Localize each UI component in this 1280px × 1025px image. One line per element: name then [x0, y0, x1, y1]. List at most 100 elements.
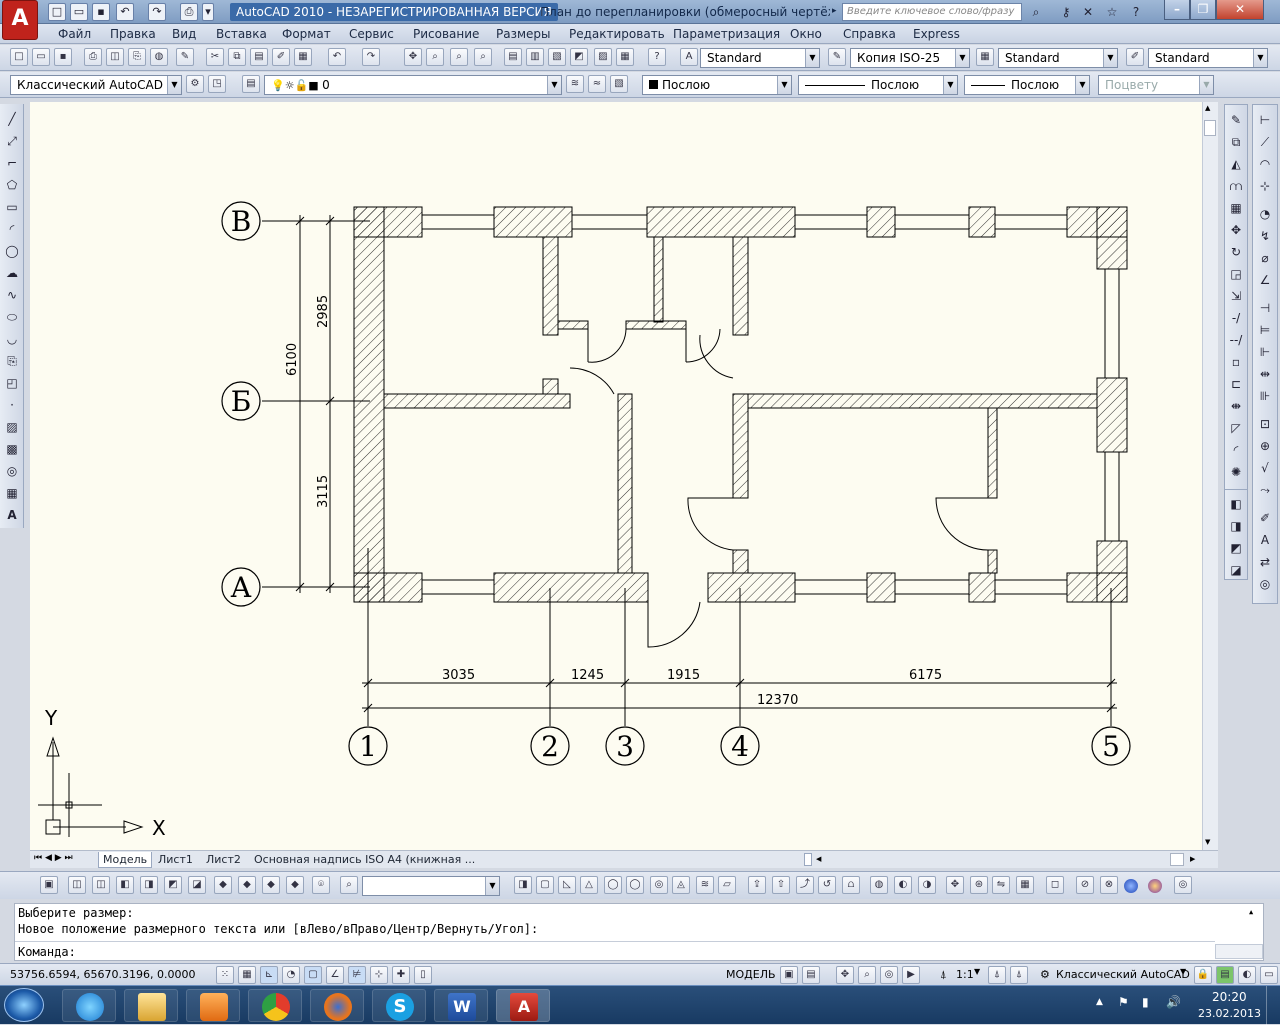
tab-sheet1[interactable]: Лист1 — [154, 852, 197, 868]
menu-draw[interactable]: Рисование — [411, 26, 481, 42]
spline-icon[interactable]: ∿ — [3, 286, 21, 304]
annotation-scale-icon[interactable]: ⍋ — [940, 968, 947, 982]
copy-icon[interactable]: ⧉ — [228, 48, 246, 66]
text-style-icon[interactable]: A — [680, 48, 698, 66]
extend-icon[interactable]: --/ — [1227, 331, 1245, 349]
qp-toggle-icon[interactable]: ▯ — [414, 966, 432, 984]
visual-style-manager-icon[interactable]: ◎ — [1174, 876, 1192, 894]
tab-model[interactable]: Модель — [98, 852, 153, 868]
chevron-down-icon[interactable]: ▼ — [1199, 76, 1213, 94]
layer-manager-icon[interactable]: ▤ — [242, 75, 260, 93]
search-input[interactable]: Введите ключевое слово/фразу — [842, 3, 1022, 21]
continue-dim-icon[interactable]: ⊩ — [1256, 343, 1274, 361]
help-icon[interactable]: ? — [648, 48, 666, 66]
cmd-scroll-up-icon[interactable]: ▲ — [1249, 908, 1253, 916]
sweep-icon[interactable]: ⤴ — [796, 876, 814, 894]
copy-object-icon[interactable]: ⧉ — [1227, 133, 1245, 151]
color-select[interactable]: Послою ▼ — [642, 75, 792, 95]
tab-title-block[interactable]: Основная надпись ISO A4 (книжная ... — [250, 852, 479, 868]
menu-window[interactable]: Окно — [788, 26, 824, 42]
favorites-star-icon[interactable]: ☆ — [1102, 3, 1122, 21]
union-icon[interactable]: ◍ — [870, 876, 888, 894]
minimize-button[interactable]: – — [1164, 0, 1190, 20]
construction-line-icon[interactable]: ⤢ — [3, 132, 21, 150]
taskbar-word[interactable]: W — [434, 989, 488, 1022]
save-icon[interactable]: ▪ — [92, 3, 110, 21]
revision-cloud-icon[interactable]: ☁ — [3, 264, 21, 282]
circle-icon[interactable]: ◯ — [3, 242, 21, 260]
hatch-icon[interactable]: ▨ — [3, 418, 21, 436]
revolve-icon[interactable]: ↺ — [818, 876, 836, 894]
intersect-icon[interactable]: ◑ — [918, 876, 936, 894]
scale-icon[interactable]: ◲ — [1227, 265, 1245, 283]
scroll-up-icon[interactable]: ▲ — [1205, 104, 1210, 112]
jogged-dim-icon[interactable]: ↯ — [1256, 227, 1274, 245]
scroll-down-icon[interactable]: ▼ — [1205, 838, 1210, 846]
front-view-icon[interactable]: ◩ — [164, 876, 182, 894]
region-icon[interactable]: ◎ — [3, 462, 21, 480]
presspull-icon[interactable]: ⇧ — [772, 876, 790, 894]
named-views-select[interactable]: ▼ — [362, 876, 500, 896]
annotation-visibility-icon[interactable]: ⍋ — [988, 966, 1006, 984]
polygon-icon[interactable]: ⬠ — [3, 176, 21, 194]
taskbar-media-player[interactable] — [186, 989, 240, 1022]
grid-toggle-icon[interactable]: ▦ — [238, 966, 256, 984]
model-space-label[interactable]: МОДЕЛЬ — [726, 968, 776, 981]
isolate-objects-icon[interactable]: ◐ — [1238, 966, 1256, 984]
chevron-down-icon[interactable]: ▼ — [1253, 49, 1267, 67]
markup-icon[interactable]: ▨ — [594, 48, 612, 66]
draworder-icon[interactable]: ◧ — [1227, 495, 1245, 513]
otrack-toggle-icon[interactable]: ∠ — [326, 966, 344, 984]
osnap-toggle-icon[interactable]: ▢ — [304, 966, 322, 984]
maximize-button[interactable]: ❐ — [1190, 0, 1216, 20]
make-current-layer-icon[interactable]: ≋ — [566, 75, 584, 93]
zoom-realtime-icon[interactable]: ⌕ — [426, 48, 444, 66]
zoom-status-icon[interactable]: ⌕ — [858, 966, 876, 984]
clock-date[interactable]: 23.02.2013 — [1198, 1007, 1261, 1020]
zoom-window-icon[interactable]: ⌕ — [450, 48, 468, 66]
design-center-icon[interactable]: ▥ — [526, 48, 544, 66]
explode-icon[interactable]: ✺ — [1227, 463, 1245, 481]
chevron-down-icon[interactable]: ▼ — [167, 76, 181, 94]
open-file-icon[interactable]: ▭ — [70, 3, 88, 21]
menu-parametric[interactable]: Параметризация — [671, 26, 782, 42]
table-icon[interactable]: ▦ — [3, 484, 21, 502]
back-view-icon[interactable]: ◪ — [188, 876, 206, 894]
paste-icon[interactable]: ▤ — [250, 48, 268, 66]
arc-icon[interactable]: ◜ — [3, 220, 21, 238]
stretch-icon[interactable]: ⇲ — [1227, 287, 1245, 305]
3d-array-icon[interactable]: ▦ — [1016, 876, 1034, 894]
menu-edit[interactable]: Правка — [108, 26, 158, 42]
center-mark-icon[interactable]: ⊕ — [1256, 437, 1274, 455]
3d-dwf-icon[interactable]: ◍ — [150, 48, 168, 66]
cmd-hscroll[interactable] — [1215, 944, 1263, 959]
ne-iso-icon[interactable]: ◆ — [262, 876, 280, 894]
clock-time[interactable]: 20:20 — [1212, 990, 1247, 1004]
ellipse-icon[interactable]: ⬭ — [3, 308, 21, 326]
lineweight-select[interactable]: Послою ▼ — [964, 75, 1090, 95]
scroll-left-icon[interactable]: ◀ — [816, 855, 821, 863]
linear-dim-icon[interactable]: ⊢ — [1256, 111, 1274, 129]
erase-icon[interactable]: ✎ — [1227, 111, 1245, 129]
inspection-icon[interactable]: √ — [1256, 459, 1274, 477]
dim-style-manager-icon[interactable]: ◎ — [1256, 575, 1274, 593]
snap-toggle-icon[interactable]: ⁙ — [216, 966, 234, 984]
polysolid-icon[interactable]: ◨ — [514, 876, 532, 894]
menu-dimension[interactable]: Размеры — [494, 26, 553, 42]
visual-style-2d-icon[interactable]: ◻ — [1046, 876, 1064, 894]
taskbar-explorer[interactable] — [124, 989, 178, 1022]
left-view-icon[interactable]: ◧ — [116, 876, 134, 894]
menu-file[interactable]: Файл — [56, 26, 93, 42]
annotation-scale-value[interactable]: 1:1 — [956, 968, 974, 981]
send-to-back-icon[interactable]: ◩ — [1227, 539, 1245, 557]
fillet-icon[interactable]: ◜ — [1227, 441, 1245, 459]
subscription-center-icon[interactable]: ⚷ — [1056, 3, 1076, 21]
rotate-icon[interactable]: ↻ — [1227, 243, 1245, 261]
chevron-down-icon[interactable]: ▼ — [974, 967, 980, 976]
line-icon[interactable]: ╱ — [3, 110, 21, 128]
layer-states-icon[interactable]: ▧ — [610, 75, 628, 93]
sheet-set-icon[interactable]: ◩ — [570, 48, 588, 66]
menu-modify[interactable]: Редактировать — [567, 26, 667, 42]
menu-view[interactable]: Вид — [170, 26, 198, 42]
arc-length-dim-icon[interactable]: ◠ — [1256, 155, 1274, 173]
